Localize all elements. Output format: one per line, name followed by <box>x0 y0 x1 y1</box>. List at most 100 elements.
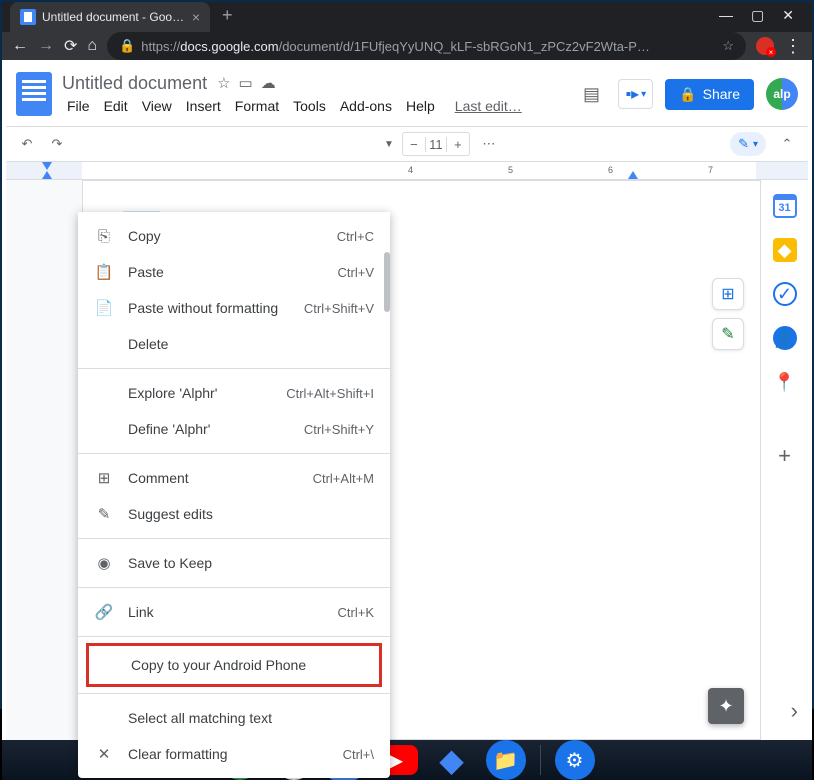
context-menu-item[interactable]: ✕Clear formattingCtrl+\ <box>78 736 390 772</box>
collapse-icon[interactable]: ⌃ <box>776 133 798 155</box>
context-menu-label: Save to Keep <box>128 555 360 571</box>
menubar: FileEditViewInsertFormatToolsAdd-onsHelp… <box>62 96 527 116</box>
context-menu-label: Comment <box>128 470 299 486</box>
menu-edit[interactable]: Edit <box>99 96 133 116</box>
last-edit-link[interactable]: Last edit… <box>450 96 527 116</box>
context-menu-icon: 📄 <box>94 299 114 317</box>
undo-icon[interactable]: ↶ <box>16 133 38 155</box>
browser-tab[interactable]: Untitled document - Google Doc × <box>10 2 210 32</box>
redo-icon[interactable]: ↷ <box>46 133 68 155</box>
menu-format[interactable]: Format <box>230 96 284 116</box>
menu-insert[interactable]: Insert <box>181 96 226 116</box>
move-icon[interactable]: ▭ <box>239 74 253 92</box>
side-panel-keep-icon[interactable]: ◆ <box>773 238 797 262</box>
ruler-tick: 6 <box>608 165 613 175</box>
left-indent-marker[interactable] <box>42 162 52 170</box>
ruler[interactable]: 4 5 6 7 <box>6 162 808 180</box>
context-menu-separator <box>78 636 390 637</box>
decrease-font-icon[interactable]: − <box>403 137 425 152</box>
star-icon[interactable]: ☆ <box>217 74 230 92</box>
bookmark-star-icon[interactable]: ☆ <box>722 38 734 54</box>
docs-logo-icon[interactable] <box>16 72 52 116</box>
font-size-value[interactable]: 11 <box>425 137 447 152</box>
context-menu-item[interactable]: Copy to your Android Phone <box>86 643 382 687</box>
context-menu-item[interactable]: ⎘CopyCtrl+C <box>78 218 390 254</box>
new-tab-button[interactable]: + <box>222 5 233 26</box>
context-menu-item[interactable]: ⊞CommentCtrl+Alt+M <box>78 460 390 496</box>
account-avatar[interactable]: alp <box>766 78 798 110</box>
close-tab-icon[interactable]: × <box>192 9 200 25</box>
context-menu-label: Explore 'Alphr' <box>128 385 272 401</box>
side-panel-maps-icon[interactable]: 📍 <box>773 370 797 394</box>
editing-mode-button[interactable]: ✎ ▾ <box>730 132 766 156</box>
context-menu-shortcut: Ctrl+Shift+Y <box>304 422 374 437</box>
right-indent-marker[interactable] <box>628 171 638 179</box>
context-menu-item[interactable]: 🔗LinkCtrl+K <box>78 594 390 630</box>
url-text: https://docs.google.com/document/d/1FUfj… <box>141 39 716 54</box>
present-button[interactable]: ▪▸▾ <box>618 79 653 109</box>
forward-button[interactable]: → <box>38 37 54 55</box>
comment-history-icon[interactable]: ▤ <box>576 79 606 109</box>
side-panel-tasks-icon[interactable]: ✓ <box>773 282 797 306</box>
context-menu-item[interactable]: Explore 'Alphr'Ctrl+Alt+Shift+I <box>78 375 390 411</box>
menu-add-ons[interactable]: Add-ons <box>335 96 397 116</box>
maximize-icon[interactable]: ▢ <box>751 7 764 24</box>
cloud-status-icon[interactable]: ☁ <box>261 74 276 92</box>
context-menu-icon: ✎ <box>94 505 114 523</box>
context-menu-item[interactable]: 📄Paste without formattingCtrl+Shift+V <box>78 290 390 326</box>
suggest-edit-button[interactable]: ✎ <box>712 318 744 350</box>
context-menu-label: Copy to your Android Phone <box>131 657 357 673</box>
url-box[interactable]: 🔒 https://docs.google.com/document/d/1FU… <box>107 32 746 60</box>
context-menu-icon: ✕ <box>94 745 114 763</box>
docs-header: Untitled document ☆ ▭ ☁ FileEditViewInse… <box>2 60 812 120</box>
home-button[interactable]: ⌂ <box>87 37 97 55</box>
menu-file[interactable]: File <box>62 96 95 116</box>
ruler-tick: 5 <box>508 165 513 175</box>
add-comment-button[interactable]: ⊞ <box>712 278 744 310</box>
context-menu-item[interactable]: ◉ Save to Keep <box>78 545 390 581</box>
context-menu-shortcut: Ctrl+\ <box>343 747 374 762</box>
taskbar-separator <box>540 745 541 775</box>
context-menu-icon: ◉ <box>94 554 114 572</box>
close-window-icon[interactable]: ✕ <box>782 7 794 24</box>
context-menu-label: Suggest edits <box>128 506 360 522</box>
menu-view[interactable]: View <box>137 96 177 116</box>
settings-app-icon[interactable]: ⚙ <box>555 740 595 780</box>
increase-font-icon[interactable]: + <box>447 137 469 152</box>
menu-tools[interactable]: Tools <box>288 96 331 116</box>
app-icon[interactable]: ◆ <box>432 740 472 780</box>
dropdown-caret-icon[interactable]: ▼ <box>384 139 394 150</box>
back-button[interactable]: ← <box>12 37 28 55</box>
context-menu-icon: ⎘ <box>94 228 114 245</box>
side-panel-add-icon[interactable]: + <box>773 444 797 468</box>
share-button[interactable]: 🔒Share <box>665 79 754 110</box>
context-menu-item[interactable]: Delete <box>78 326 390 362</box>
context-menu-separator <box>78 587 390 588</box>
docs-favicon <box>20 9 36 25</box>
files-app-icon[interactable]: 📁 <box>486 740 526 780</box>
explore-button[interactable]: ✦ <box>708 688 744 724</box>
side-panel: 31 ◆ ✓ 👤 📍 + <box>760 180 808 740</box>
document-title[interactable]: Untitled document <box>62 73 207 94</box>
context-menu-label: Paste without formatting <box>128 300 290 316</box>
first-line-indent-marker[interactable] <box>42 171 52 179</box>
expand-side-panel-icon[interactable]: › <box>791 698 798 724</box>
ruler-tick: 4 <box>408 165 413 175</box>
docs-app: Untitled document ☆ ▭ ☁ FileEditViewInse… <box>2 60 812 740</box>
context-menu-scrollbar[interactable] <box>384 252 390 312</box>
minimize-icon[interactable]: — <box>719 7 733 24</box>
context-menu-item[interactable]: Define 'Alphr' Ctrl+Shift+Y <box>78 411 390 447</box>
side-panel-contacts-icon[interactable]: 👤 <box>773 326 797 350</box>
context-menu-item[interactable]: Select all matching text <box>78 700 390 736</box>
font-size-control[interactable]: − 11 + <box>402 132 470 156</box>
context-menu-item[interactable]: 📋PasteCtrl+V <box>78 254 390 290</box>
side-panel-calendar-icon[interactable]: 31 <box>773 194 797 218</box>
ruler-tick: 7 <box>708 165 713 175</box>
reload-button[interactable]: ⟳ <box>64 36 77 56</box>
context-menu-item[interactable]: ✎ Suggest edits <box>78 496 390 532</box>
context-menu-label: Define 'Alphr' <box>128 421 290 437</box>
menu-help[interactable]: Help <box>401 96 440 116</box>
more-icon[interactable]: ⋯ <box>478 133 500 155</box>
extension-icon[interactable] <box>756 37 774 55</box>
browser-menu-icon[interactable]: ⋮ <box>784 36 802 57</box>
